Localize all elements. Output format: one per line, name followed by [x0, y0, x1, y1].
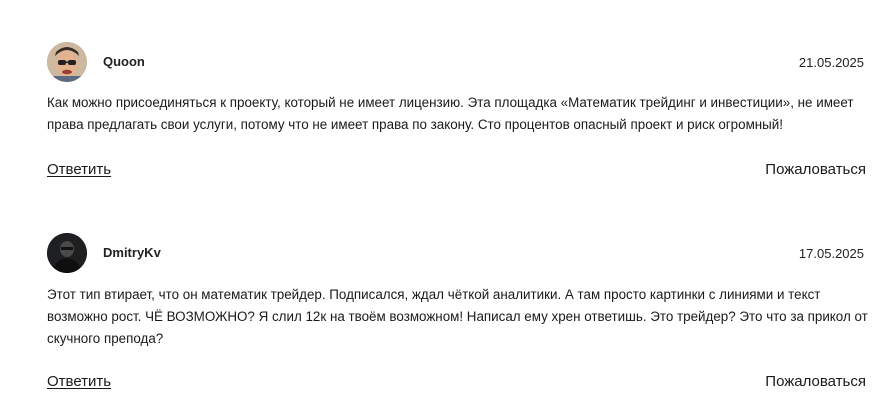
report-link[interactable]: Пожаловаться: [765, 161, 866, 178]
comment-author: DmitryKv: [103, 245, 161, 260]
comment-text: Этот тип втирает, что он математик трейд…: [47, 287, 868, 346]
reply-link[interactable]: Ответить: [47, 161, 111, 178]
comment-author: Quoon: [103, 54, 145, 69]
avatar[interactable]: [47, 233, 87, 273]
reply-link[interactable]: Ответить: [47, 373, 111, 390]
comment-date: 21.05.2025: [798, 55, 864, 70]
report-link[interactable]: Пожаловаться: [765, 373, 866, 390]
user-avatar-icon: [47, 42, 87, 82]
comment-item: Quoon 21.05.2025 Как можно присоединятьс…: [0, 0, 874, 200]
avatar[interactable]: [47, 42, 87, 82]
comment-date: 17.05.2025: [798, 246, 864, 261]
comment-item: DmitryKv 17.05.2025 Этот тип втирает, чт…: [0, 212, 874, 409]
comment-text: Как можно присоединяться к проекту, кото…: [47, 95, 854, 132]
user-avatar-icon: [47, 233, 87, 273]
